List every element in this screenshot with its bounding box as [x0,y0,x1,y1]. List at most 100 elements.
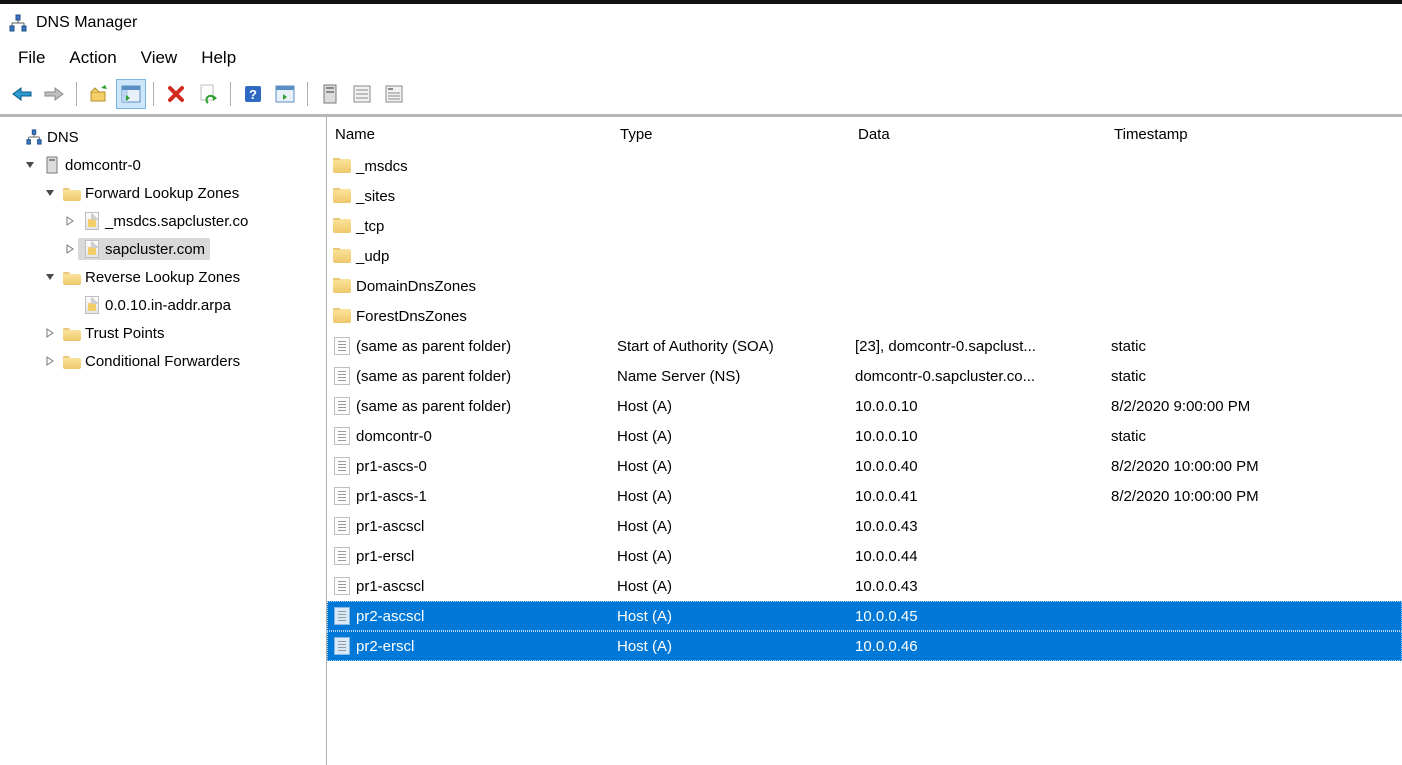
cell-data: domcontr-0.sapcluster.co... [851,368,1107,385]
zone-icon [83,212,101,230]
list-row[interactable]: (same as parent folder)Host (A)10.0.0.10… [327,391,1402,421]
zone-icon [83,296,101,314]
cell-type: Host (A) [613,398,851,415]
cell-type: Host (A) [613,428,851,445]
cell-name: _udp [328,248,613,265]
tree-node-rev-zones[interactable]: Reverse Lookup Zones [0,263,326,291]
tree-node-dns-root[interactable]: DNS [0,123,326,151]
server-icon-toolbar[interactable] [315,79,345,109]
toolbar: ? [0,74,1402,114]
filter-icon-toolbar[interactable] [379,79,409,109]
folder-icon [332,189,352,203]
expander-icon[interactable] [42,356,58,366]
tree-node-zone-msdcs[interactable]: _msdcs.sapcluster.co [0,207,326,235]
list-body[interactable]: _msdcs _sites _tcp _udp DomainDnsZonesForest… [327,151,1402,765]
list-row[interactable]: pr1-ascsclHost (A)10.0.0.43 [327,571,1402,601]
zone-icon [83,240,101,258]
list-pane: Name Type Data Timestamp _msdcs _sites _tc… [327,117,1402,765]
folder-icon [63,352,81,370]
list-row[interactable]: _udp [327,241,1402,271]
expander-icon[interactable] [62,216,78,226]
list-row[interactable]: (same as parent folder)Name Server (NS)d… [327,361,1402,391]
list-row[interactable]: pr1-ascsclHost (A)10.0.0.43 [327,511,1402,541]
forward-button[interactable] [39,79,69,109]
cell-name: (same as parent folder) [328,337,613,355]
tree-pane: DNS domcontr-0 Forward Lookup Zones [0,117,327,765]
list-row[interactable]: (same as parent folder)Start of Authorit… [327,331,1402,361]
cell-timestamp: static [1107,428,1401,445]
menu-view[interactable]: View [129,44,190,72]
list-row[interactable]: pr2-ersclHost (A)10.0.0.46 [327,631,1402,661]
list-row[interactable]: pr1-ascs-0Host (A)10.0.0.408/2/2020 10:0… [327,451,1402,481]
tree-label: Forward Lookup Zones [85,185,239,202]
record-icon [332,427,352,445]
cell-type: Host (A) [613,518,851,535]
tree-label: domcontr-0 [65,157,141,174]
delete-button[interactable] [161,79,191,109]
tree-node-cond-fwd[interactable]: Conditional Forwarders [0,347,326,375]
col-header-data[interactable]: Data [850,120,1106,149]
list-row[interactable]: _sites [327,181,1402,211]
tree-node-fwd-zones[interactable]: Forward Lookup Zones [0,179,326,207]
cell-timestamp: 8/2/2020 9:00:00 PM [1107,398,1401,415]
cell-timestamp: static [1107,368,1401,385]
cell-type: Host (A) [613,548,851,565]
expander-icon[interactable] [42,188,58,198]
cell-type: Host (A) [613,608,851,625]
tree-node-zone-sapcluster[interactable]: sapcluster.com [0,235,326,263]
folder-icon [332,279,352,293]
cell-data: 10.0.0.44 [851,548,1107,565]
record-name: _udp [356,248,389,265]
list-header: Name Type Data Timestamp [327,117,1402,151]
back-button[interactable] [7,79,37,109]
show-hide-tree-button[interactable] [116,79,146,109]
cell-data: 10.0.0.41 [851,488,1107,505]
list-row[interactable]: domcontr-0Host (A)10.0.0.10static [327,421,1402,451]
record-name: (same as parent folder) [356,338,511,355]
list-row[interactable]: pr1-ersclHost (A)10.0.0.44 [327,541,1402,571]
col-header-type[interactable]: Type [612,120,850,149]
list-row[interactable]: DomainDnsZones [327,271,1402,301]
menu-file[interactable]: File [6,44,57,72]
list-row[interactable]: pr2-ascsclHost (A)10.0.0.45 [327,601,1402,631]
cell-data: 10.0.0.10 [851,398,1107,415]
cell-data: 10.0.0.46 [851,638,1107,655]
up-folder-button[interactable] [84,79,114,109]
list-row[interactable]: ForestDnsZones [327,301,1402,331]
toolbar-separator [76,82,77,106]
cell-data: 10.0.0.43 [851,578,1107,595]
col-header-timestamp[interactable]: Timestamp [1106,120,1402,149]
expander-icon[interactable] [42,272,58,282]
cell-timestamp: 8/2/2020 10:00:00 PM [1107,458,1401,475]
record-name: domcontr-0 [356,428,432,445]
record-name: pr2-ascscl [356,608,424,625]
tree-node-trust-points[interactable]: Trust Points [0,319,326,347]
folder-icon [332,219,352,233]
tree-label: Reverse Lookup Zones [85,269,240,286]
cell-name: _sites [328,188,613,205]
record-name: pr1-ascscl [356,578,424,595]
help-button[interactable]: ? [238,79,268,109]
list-row[interactable]: pr1-ascs-1Host (A)10.0.0.418/2/2020 10:0… [327,481,1402,511]
record-name: _sites [356,188,395,205]
menu-help[interactable]: Help [189,44,248,72]
svg-text:?: ? [249,87,257,102]
expander-icon[interactable] [22,160,38,170]
record-icon [332,547,352,565]
list-row[interactable]: _tcp [327,211,1402,241]
properties-button[interactable] [270,79,300,109]
expander-icon[interactable] [42,328,58,338]
tree-node-server[interactable]: domcontr-0 [0,151,326,179]
refresh-button[interactable] [193,79,223,109]
expander-icon[interactable] [62,244,78,254]
cell-name: _msdcs [328,158,613,175]
server-icon [43,156,61,174]
list-icon-toolbar[interactable] [347,79,377,109]
folder-icon [332,249,352,263]
col-header-name[interactable]: Name [327,120,612,149]
tree-label: 0.0.10.in-addr.arpa [105,297,231,314]
menu-action[interactable]: Action [57,44,128,72]
tree-label: sapcluster.com [105,241,205,258]
tree-node-rev-zone-1[interactable]: 0.0.10.in-addr.arpa [0,291,326,319]
list-row[interactable]: _msdcs [327,151,1402,181]
